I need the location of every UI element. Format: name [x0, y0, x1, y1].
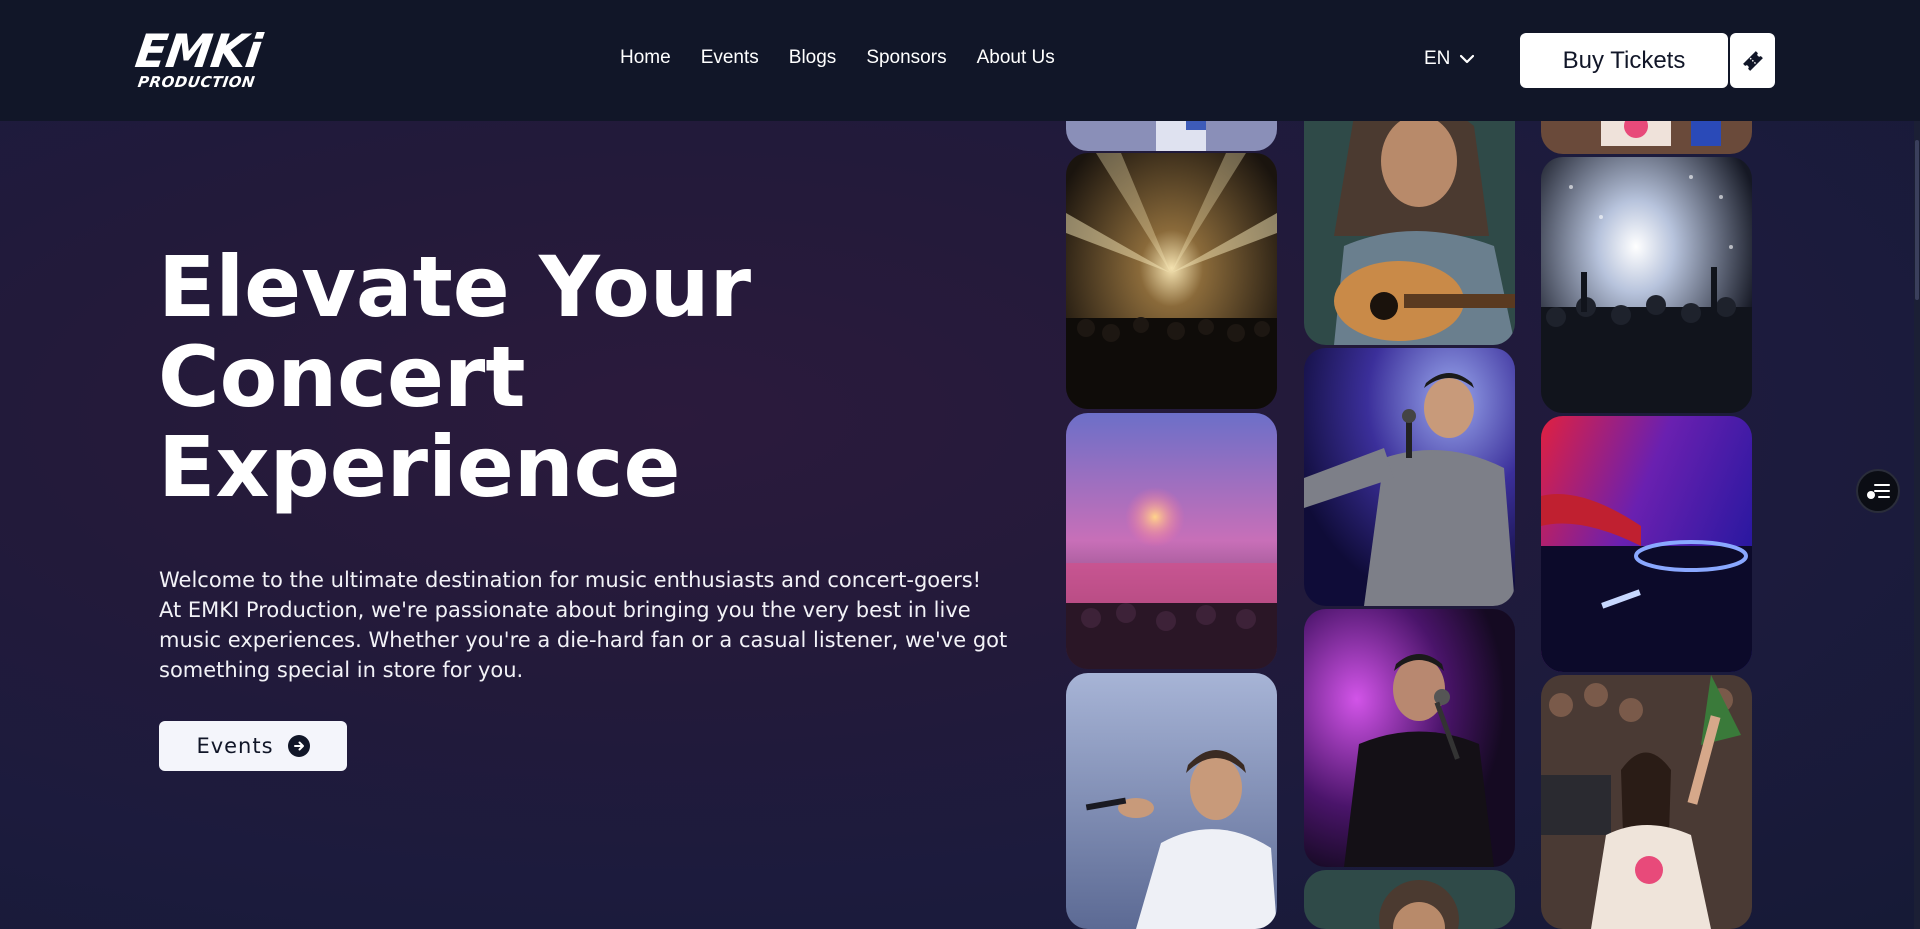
language-selector[interactable]: EN	[1424, 48, 1475, 70]
gallery-photo-singer-purple-stage	[1304, 609, 1515, 867]
gallery-photo-dj-deck	[1541, 416, 1752, 672]
gallery-photo-dj-woman	[1541, 675, 1752, 929]
nav-link-sponsors[interactable]: Sponsors	[866, 47, 946, 69]
gallery-photo-guitarist	[1304, 96, 1515, 345]
nav-link-blogs[interactable]: Blogs	[789, 47, 837, 69]
nav-link-home[interactable]: Home	[620, 47, 671, 69]
buy-tickets-label: Buy Tickets	[1562, 46, 1686, 74]
gallery-photo-crowd-lights	[1541, 157, 1752, 413]
gallery-photo-guitarist-partial	[1304, 870, 1515, 929]
gallery-photo-singer-white-suit	[1066, 673, 1277, 929]
emki-production-logo[interactable]: EMKi PRODUCTION	[132, 24, 286, 92]
chevron-down-icon	[1460, 54, 1475, 64]
buy-tickets-button[interactable]: Buy Tickets	[1520, 33, 1728, 88]
logo-wordmark: EMKi	[132, 24, 265, 78]
photo-gallery	[0, 0, 1920, 929]
accessibility-menu-button[interactable]	[1856, 469, 1900, 513]
language-label: EN	[1424, 48, 1451, 69]
nav-link-events[interactable]: Events	[701, 47, 759, 69]
gallery-photo-stage-lights	[1066, 153, 1277, 409]
ticket-button[interactable]	[1730, 33, 1775, 88]
nav-link-about-us[interactable]: About Us	[977, 47, 1055, 69]
site-header: EMKi PRODUCTION Home Events Blogs Sponso…	[0, 0, 1920, 121]
logo-subtitle: PRODUCTION	[136, 73, 257, 91]
accessibility-menu-icon	[1867, 484, 1890, 499]
main-nav: Home Events Blogs Sponsors About Us	[620, 47, 1085, 69]
ticket-icon	[1742, 50, 1763, 71]
gallery-photo-concert-hall	[1066, 413, 1277, 669]
gallery-photo-singer-grey-suit	[1304, 348, 1515, 606]
